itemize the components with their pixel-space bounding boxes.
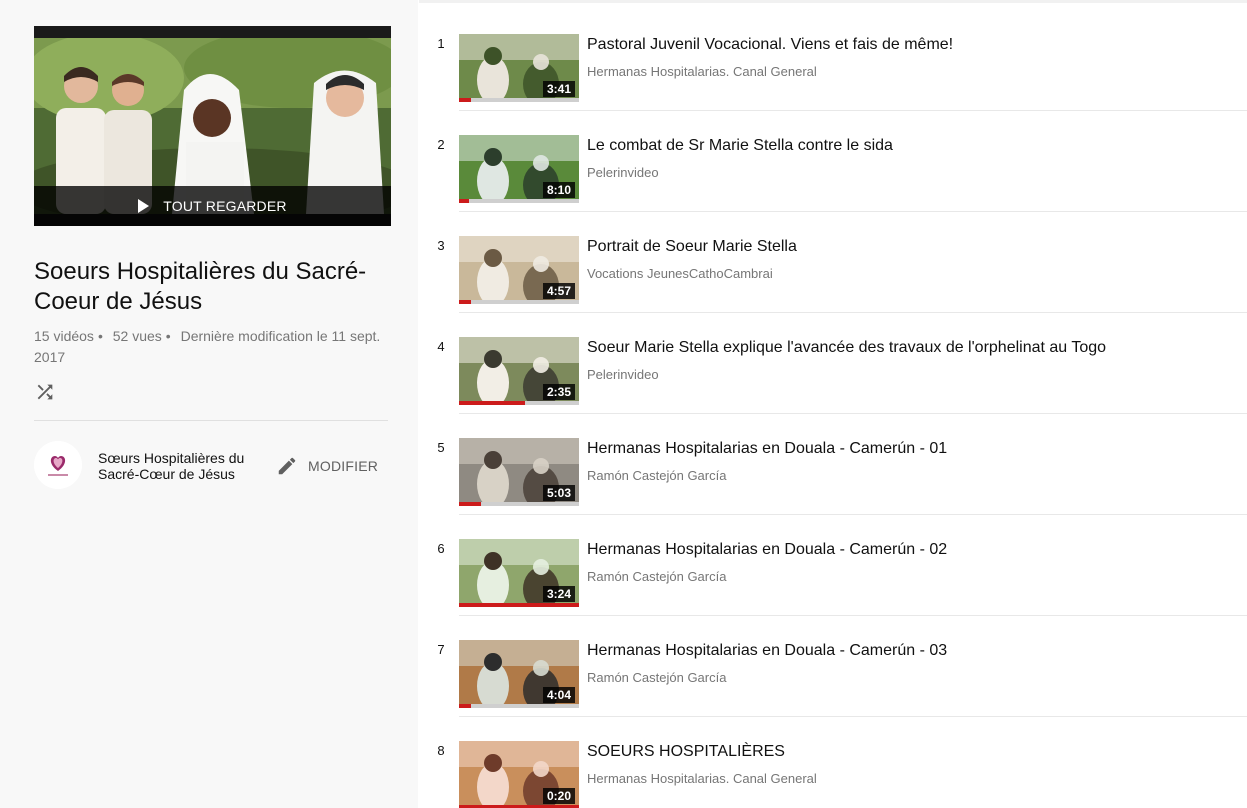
- video-title[interactable]: Soeur Marie Stella explique l'avancée de…: [587, 337, 1237, 359]
- video-channel[interactable]: Ramón Castejón García: [587, 669, 726, 687]
- video-title[interactable]: Portrait de Soeur Marie Stella: [587, 236, 1237, 258]
- video-thumbnail[interactable]: 3:24: [459, 539, 579, 607]
- video-channel[interactable]: Ramón Castejón García: [587, 467, 726, 485]
- video-row[interactable]: 3 4:57 Portrait de Soeur Marie Stella Vocat…: [419, 212, 1247, 313]
- video-title[interactable]: Hermanas Hospitalarias en Douala - Camer…: [587, 539, 1237, 561]
- modify-label: MODIFIER: [308, 458, 379, 474]
- video-title[interactable]: Pastoral Juvenil Vocacional. Viens et fa…: [587, 34, 1237, 56]
- watch-progress-fill: [459, 603, 579, 607]
- video-thumbnail[interactable]: 0:20: [459, 741, 579, 808]
- video-thumbnail[interactable]: 3:41: [459, 34, 579, 102]
- video-title[interactable]: SOEURS HOSPITALIÈRES: [587, 741, 1237, 763]
- video-title[interactable]: Hermanas Hospitalarias en Douala - Camer…: [587, 640, 1237, 662]
- video-row[interactable]: 5 5:03 Hermanas Hospitalarias en Douala - …: [419, 414, 1247, 515]
- video-index: 1: [437, 36, 445, 51]
- video-index: 2: [437, 137, 445, 152]
- video-duration: 2:35: [542, 384, 575, 400]
- video-channel[interactable]: Pelerinvideo: [587, 366, 659, 384]
- watch-progress-bar: [459, 98, 579, 102]
- playlist-video-list: 1 3:41 Pastoral Juvenil Vocacional. Viens …: [419, 0, 1247, 808]
- watch-progress-fill: [459, 401, 525, 405]
- video-duration: 4:57: [542, 283, 575, 299]
- playlist-title: Soeurs Hospitalières du Sacré-Coeur de J…: [34, 258, 367, 315]
- video-channel[interactable]: Hermanas Hospitalarias. Canal General: [587, 63, 817, 81]
- play-icon: [138, 199, 150, 213]
- video-row[interactable]: 4 2:35 Soeur Marie Stella explique l'avanc…: [419, 313, 1247, 414]
- video-row[interactable]: 7 4:04 Hermanas Hospitalarias en Douala - …: [419, 616, 1247, 717]
- video-index: 7: [437, 642, 445, 657]
- sidebar-divider: [34, 420, 388, 421]
- video-index: 6: [437, 541, 445, 556]
- owner-name[interactable]: Sœurs Hospitalières du Sacré-Cœur de Jés…: [98, 450, 258, 482]
- playlist-hero-thumbnail[interactable]: TOUT REGARDER: [34, 26, 391, 226]
- playlist-sidebar: TOUT REGARDER Soeurs Hospitalières du Sa…: [0, 0, 418, 808]
- watch-progress-fill: [459, 98, 471, 102]
- watch-progress-fill: [459, 199, 469, 203]
- watch-all-button[interactable]: TOUT REGARDER: [34, 186, 391, 226]
- video-thumbnail[interactable]: 4:57: [459, 236, 579, 304]
- video-title[interactable]: Le combat de Sr Marie Stella contre le s…: [587, 135, 1237, 157]
- watch-progress-bar: [459, 300, 579, 304]
- video-channel[interactable]: Ramón Castejón García: [587, 568, 726, 586]
- video-duration: 3:41: [542, 81, 575, 97]
- view-count: 52 vues: [112, 328, 162, 344]
- video-channel[interactable]: Pelerinvideo: [587, 164, 659, 182]
- heart-logo-icon: [34, 441, 82, 489]
- video-duration: 3:24: [542, 586, 575, 602]
- video-thumbnail[interactable]: 2:35: [459, 337, 579, 405]
- video-duration: 0:20: [542, 788, 575, 804]
- video-title[interactable]: Hermanas Hospitalarias en Douala - Camer…: [587, 438, 1237, 460]
- watch-progress-bar: [459, 199, 579, 203]
- watch-progress-bar: [459, 401, 579, 405]
- video-duration: 8:10: [542, 182, 575, 198]
- watch-progress-fill: [459, 704, 471, 708]
- watch-progress-bar: [459, 603, 579, 607]
- video-index: 5: [437, 440, 445, 455]
- watch-progress-bar: [459, 704, 579, 708]
- playlist-page: TOUT REGARDER Soeurs Hospitalières du Sa…: [0, 0, 1247, 808]
- video-index: 8: [437, 743, 445, 758]
- video-row[interactable]: 6 3:24 Hermanas Hospitalarias en Douala - …: [419, 515, 1247, 616]
- playlist-stats: 15 vidéos • 52 vues • Dernière modificatio…: [34, 328, 381, 365]
- pencil-icon: [278, 457, 296, 475]
- owner-avatar[interactable]: [34, 441, 82, 489]
- video-thumbnail[interactable]: 4:04: [459, 640, 579, 708]
- video-thumbnail[interactable]: 8:10: [459, 135, 579, 203]
- video-index: 3: [437, 238, 445, 253]
- watch-progress-bar: [459, 502, 579, 506]
- shuffle-button[interactable]: [34, 381, 56, 403]
- watch-progress-fill: [459, 300, 471, 304]
- shuffle-icon: [37, 384, 53, 400]
- watch-all-label: TOUT REGARDER: [163, 198, 287, 214]
- video-index: 4: [437, 339, 445, 354]
- video-count: 15 vidéos: [34, 328, 94, 344]
- watch-progress-fill: [459, 502, 481, 506]
- video-row[interactable]: 8 0:20 SOEURS HOSPITALIÈRES Hermanas Hospit…: [419, 717, 1247, 808]
- video-row[interactable]: 1 3:41 Pastoral Juvenil Vocacional. Viens …: [419, 10, 1247, 111]
- modify-button[interactable]: MODIFIER: [276, 454, 378, 478]
- video-thumbnail[interactable]: 5:03: [459, 438, 579, 506]
- video-duration: 5:03: [542, 485, 575, 501]
- video-row[interactable]: 2 8:10 Le combat de Sr Marie Stella contre…: [419, 111, 1247, 212]
- video-channel[interactable]: Vocations JeunesCathoCambrai: [587, 265, 773, 283]
- video-duration: 4:04: [542, 687, 575, 703]
- video-channel[interactable]: Hermanas Hospitalarias. Canal General: [587, 770, 817, 788]
